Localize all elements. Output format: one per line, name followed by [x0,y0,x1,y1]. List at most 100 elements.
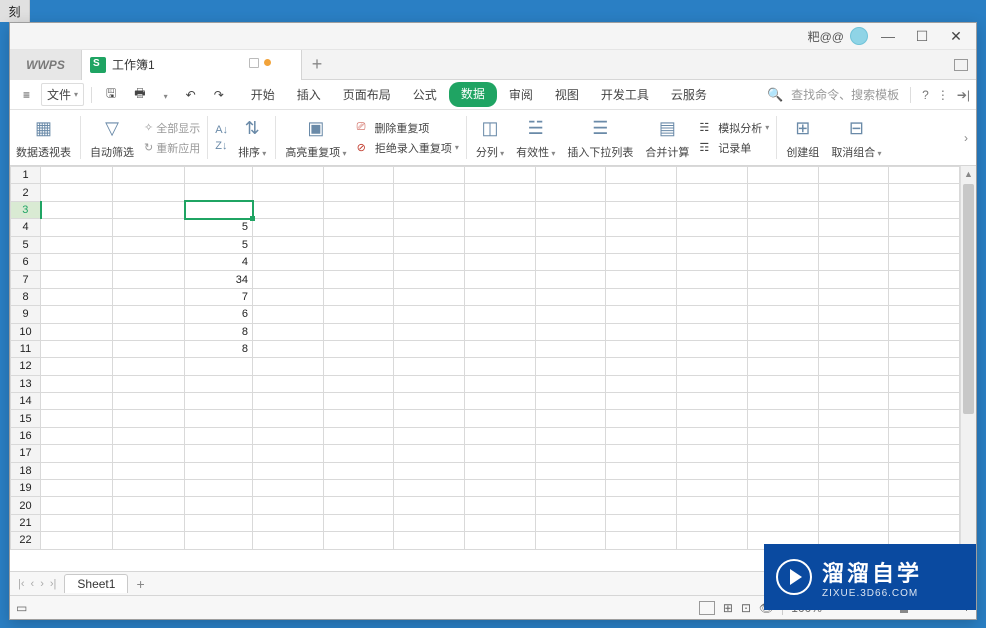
qat-print-icon[interactable]: 🖶 [127,81,152,108]
cell[interactable] [465,271,536,288]
row-header[interactable]: 6 [11,253,41,270]
cell[interactable] [253,375,324,392]
cell[interactable] [677,306,748,323]
cell[interactable] [253,219,324,236]
menubar-more-icon[interactable]: ⋮ [937,88,949,102]
cell[interactable] [394,167,465,184]
cell[interactable] [677,184,748,201]
cell[interactable] [323,167,394,184]
cell[interactable] [394,445,465,462]
cell[interactable] [889,514,960,531]
row-header[interactable]: 5 [11,236,41,253]
tab-window-icon[interactable] [249,58,259,68]
cell[interactable] [677,288,748,305]
cell[interactable] [41,340,113,357]
validity-button[interactable]: ☱ 有效性 ▾ [510,110,561,165]
cell[interactable] [889,393,960,410]
cell[interactable] [41,532,113,549]
sort-button[interactable]: ⇅ 排序 ▾ [232,110,272,165]
cell[interactable] [747,514,818,531]
cell[interactable] [677,323,748,340]
cell[interactable] [606,306,677,323]
ribbon-scroll-right[interactable]: › [959,128,973,148]
cell[interactable] [394,219,465,236]
cell[interactable] [465,184,536,201]
tab-formula[interactable]: 公式 [403,82,447,107]
cell[interactable] [113,514,185,531]
cell[interactable] [41,427,113,444]
cell[interactable] [818,271,889,288]
cell[interactable] [535,184,606,201]
cell[interactable] [465,358,536,375]
cell[interactable] [394,306,465,323]
show-all-button[interactable]: ✧全部显示 [144,120,200,136]
cell[interactable] [889,288,960,305]
cell[interactable] [394,480,465,497]
cell[interactable] [41,236,113,253]
cell[interactable] [677,480,748,497]
row-header[interactable]: 20 [11,497,41,514]
cell[interactable] [889,445,960,462]
collapse-ribbon-icon[interactable]: ➔| [957,88,970,102]
cell[interactable] [818,445,889,462]
cell[interactable] [818,514,889,531]
cell[interactable] [394,184,465,201]
qat-redo-icon[interactable]: ↷ [207,85,231,105]
cell[interactable] [818,358,889,375]
cell[interactable] [747,410,818,427]
cell[interactable] [889,253,960,270]
cell[interactable] [323,410,394,427]
cell[interactable] [465,514,536,531]
reapply-button[interactable]: ↻重新应用 [144,140,200,156]
cell[interactable] [747,306,818,323]
cell[interactable] [606,340,677,357]
tab-right-controls[interactable] [954,59,976,71]
cell[interactable] [889,427,960,444]
cell[interactable] [677,167,748,184]
cell[interactable] [747,358,818,375]
status-mode-icon[interactable]: ▭ [16,601,27,615]
cell[interactable] [606,427,677,444]
cell[interactable] [113,271,185,288]
cell[interactable] [889,340,960,357]
cell[interactable] [41,323,113,340]
row-header[interactable]: 19 [11,480,41,497]
row-header[interactable]: 11 [11,340,41,357]
cell[interactable] [394,532,465,549]
cell[interactable] [606,184,677,201]
cell[interactable] [185,184,253,201]
cell[interactable] [535,462,606,479]
cell[interactable] [677,358,748,375]
cell[interactable] [41,201,113,218]
insert-dropdown-button[interactable]: ☰ 插入下拉列表 [561,110,639,165]
vertical-scrollbar[interactable]: ▲ ▼ [960,166,976,571]
cell[interactable] [747,271,818,288]
cell[interactable] [606,201,677,218]
cell[interactable] [323,201,394,218]
sheet-last-button[interactable]: ›| [48,578,59,590]
cell[interactable] [323,253,394,270]
minimize-button[interactable]: — [874,25,902,47]
cell[interactable] [323,236,394,253]
row-header[interactable]: 3 [11,201,41,218]
cell[interactable] [747,462,818,479]
cell[interactable] [747,445,818,462]
cell[interactable] [747,184,818,201]
cell[interactable] [323,375,394,392]
cell[interactable] [253,323,324,340]
cell[interactable] [253,253,324,270]
cell[interactable] [465,427,536,444]
cell[interactable] [889,236,960,253]
cell[interactable] [535,358,606,375]
cell[interactable] [535,323,606,340]
cell[interactable] [323,462,394,479]
row-header[interactable]: 9 [11,306,41,323]
cell[interactable] [113,358,185,375]
sort-desc-icon[interactable]: Z↓ [215,140,228,152]
cell[interactable] [889,271,960,288]
qat-save-icon[interactable]: 🖫 [99,81,123,108]
cell[interactable] [535,532,606,549]
cell[interactable] [253,201,324,218]
sheet-prev-button[interactable]: ‹ [29,578,37,590]
cell[interactable] [41,167,113,184]
